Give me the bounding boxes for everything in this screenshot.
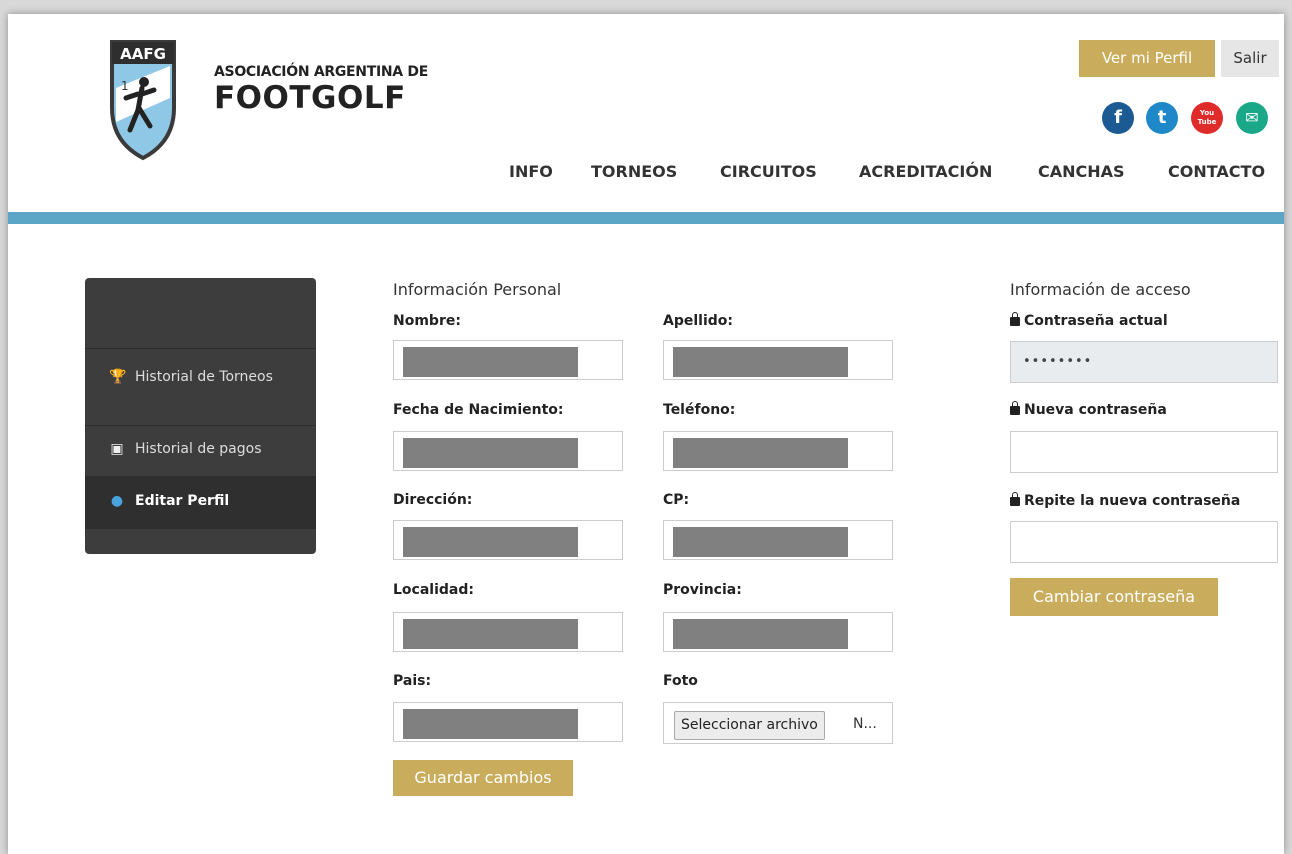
- localidad-label: Localidad:: [393, 582, 474, 598]
- nav-torneos[interactable]: TORNEOS: [591, 162, 677, 181]
- file-name-text: N...: [853, 716, 877, 732]
- lock-icon: [1010, 492, 1020, 506]
- nav-circuitos[interactable]: CIRCUITOS: [720, 162, 817, 181]
- provincia-field[interactable]: [663, 612, 893, 652]
- current-password-field[interactable]: ••••••••: [1010, 341, 1278, 383]
- email-icon[interactable]: ✉: [1236, 102, 1268, 134]
- redacted-value: [673, 438, 848, 468]
- lock-icon: [1010, 401, 1020, 415]
- twitter-icon[interactable]: t: [1146, 102, 1178, 134]
- apellido-field[interactable]: [663, 340, 893, 380]
- telefono-field[interactable]: [663, 431, 893, 471]
- money-icon: ▣: [110, 441, 124, 457]
- salir-button[interactable]: Salir: [1221, 40, 1279, 77]
- sidebar-item-historial-torneos[interactable]: 🏆 Historial de Torneos: [85, 348, 316, 425]
- nav-contacto[interactable]: CONTACTO: [1168, 162, 1265, 181]
- sidebar-item-label: Historial de Torneos: [135, 369, 273, 385]
- cp-label: CP:: [663, 492, 690, 508]
- foto-label: Foto: [663, 673, 698, 689]
- password-mask: ••••••••: [1023, 354, 1093, 369]
- svg-text:1: 1: [121, 79, 129, 93]
- repeat-password-field[interactable]: [1010, 521, 1278, 563]
- brand-title: FOOTGOLF: [214, 80, 406, 116]
- redacted-value: [673, 527, 848, 557]
- access-info-title: Información de acceso: [1010, 280, 1191, 299]
- fecha-label: Fecha de Nacimiento:: [393, 402, 564, 418]
- nav-acreditacion[interactable]: ACREDITACIÓN: [859, 162, 992, 181]
- nav-canchas[interactable]: CANCHAS: [1038, 162, 1125, 181]
- nav-info[interactable]: INFO: [509, 162, 553, 181]
- foto-file-input[interactable]: Seleccionar archivo N...: [663, 702, 893, 744]
- facebook-icon[interactable]: f: [1102, 102, 1134, 134]
- guardar-cambios-button[interactable]: Guardar cambios: [393, 760, 573, 796]
- sidebar-item-editar-perfil[interactable]: ● Editar Perfil: [85, 476, 316, 529]
- personal-info-title: Información Personal: [393, 280, 562, 299]
- cp-field[interactable]: [663, 520, 893, 560]
- sidebar-item-historial-pagos[interactable]: ▣ Historial de pagos: [85, 425, 316, 476]
- redacted-value: [403, 347, 578, 377]
- youtube-icon[interactable]: You Tube: [1191, 102, 1223, 134]
- nombre-field[interactable]: [393, 340, 623, 380]
- provincia-label: Provincia:: [663, 582, 742, 598]
- redacted-value: [403, 438, 578, 468]
- nombre-label: Nombre:: [393, 313, 461, 329]
- header-divider: [8, 212, 1284, 224]
- repeat-password-label: Repite la nueva contraseña: [1010, 492, 1240, 509]
- ver-mi-perfil-button[interactable]: Ver mi Perfil: [1079, 40, 1215, 77]
- redacted-value: [673, 619, 848, 649]
- pais-label: Pais:: [393, 673, 432, 689]
- direccion-label: Dirección:: [393, 492, 473, 508]
- aafg-logo[interactable]: AAFG 1: [108, 38, 178, 162]
- sidebar: 🏆 Historial de Torneos ▣ Historial de pago…: [85, 278, 316, 554]
- select-file-button[interactable]: Seleccionar archivo: [674, 711, 825, 740]
- sidebar-item-label: Editar Perfil: [135, 493, 230, 509]
- fecha-nacimiento-field[interactable]: [393, 431, 623, 471]
- redacted-value: [403, 709, 578, 739]
- page-frame: AAFG 1 ASOCIACIÓN ARGENTINA DE FOOTGOLF …: [8, 14, 1284, 854]
- cambiar-contrasena-button[interactable]: Cambiar contraseña: [1010, 578, 1218, 616]
- brand-subtitle: ASOCIACIÓN ARGENTINA DE: [214, 64, 428, 80]
- redacted-value: [403, 619, 578, 649]
- direccion-field[interactable]: [393, 520, 623, 560]
- pais-field[interactable]: [393, 702, 623, 742]
- lock-icon: [1010, 312, 1020, 326]
- user-icon: ●: [110, 493, 124, 509]
- redacted-value: [673, 347, 848, 377]
- trophy-icon: 🏆: [109, 369, 127, 385]
- new-password-label: Nueva contraseña: [1010, 401, 1167, 418]
- telefono-label: Teléfono:: [663, 402, 736, 418]
- sidebar-item-label: Historial de pagos: [135, 441, 262, 457]
- new-password-field[interactable]: [1010, 431, 1278, 473]
- logo-abbr: AAFG: [120, 45, 166, 63]
- current-password-label: Contraseña actual: [1010, 312, 1168, 329]
- apellido-label: Apellido:: [663, 313, 733, 329]
- localidad-field[interactable]: [393, 612, 623, 652]
- redacted-value: [403, 527, 578, 557]
